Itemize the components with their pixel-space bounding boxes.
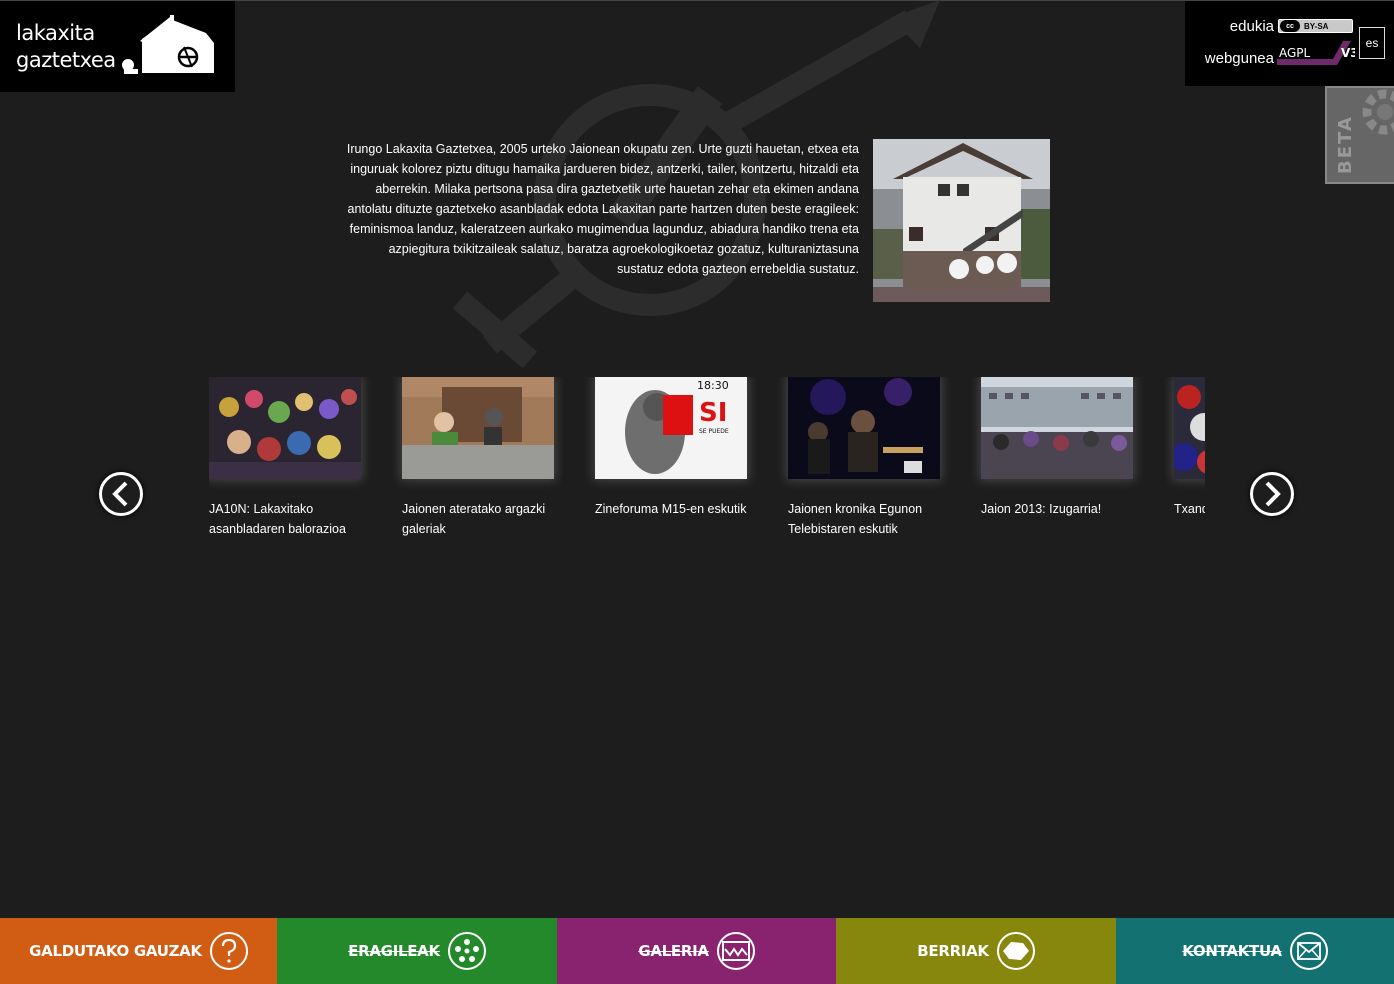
chevron-left-icon	[112, 481, 128, 507]
content-license-label: edukia	[1229, 18, 1274, 35]
intro-text: Irungo Lakaxita Gaztetxea, 2005 urteko J…	[346, 142, 859, 276]
agpl-version: V3	[1341, 46, 1355, 60]
carousel-thumb-crowd[interactable]	[209, 377, 361, 479]
nav-gallery[interactable]: GALERIA	[557, 918, 836, 984]
gallery-icon	[716, 932, 755, 970]
logo-text: lakaxita gaztetxea	[16, 20, 116, 74]
language-switch-button[interactable]: es	[1359, 27, 1385, 59]
chevron-right-icon	[1265, 481, 1281, 507]
dots-icon	[447, 932, 486, 970]
mail-icon	[1289, 932, 1328, 970]
carousel-caption[interactable]: Jaion 2013: Izugarria!	[981, 499, 1133, 519]
carousel-thumb-poster[interactable]: 18:30 SI SE PUEDE	[595, 377, 747, 479]
carousel-item[interactable]: Txandak dira, eta da Jaio	[1174, 377, 1205, 519]
cc-by-sa-badge[interactable]: cc BY-SA	[1278, 19, 1353, 33]
agpl-text: AGPL	[1279, 46, 1311, 60]
carousel-item[interactable]: 18:30 SI SE PUEDE Zineforuma M15-en esku…	[595, 377, 747, 519]
carousel-item[interactable]: JA10N: Lakaxitako asanbladaren balorazio…	[209, 377, 361, 539]
beta-tab[interactable]: BETA	[1325, 86, 1394, 184]
poster-si: SI	[699, 398, 727, 428]
carousel-thumb-balcony[interactable]	[402, 377, 554, 479]
beta-label: BETA	[1335, 115, 1356, 174]
nav-contact-label: KONTAKTUA	[1182, 942, 1282, 960]
carousel-track: JA10N: Lakaxitako asanbladaren balorazio…	[209, 377, 1205, 557]
carousel-caption[interactable]: JA10N: Lakaxitako asanbladaren balorazio…	[209, 499, 361, 539]
nav-gallery-label: GALERIA	[638, 942, 709, 960]
carousel-thumb-street[interactable]	[981, 377, 1133, 479]
nav-news-label: BERRIAK	[917, 942, 989, 960]
carousel-thumb-concert[interactable]	[788, 377, 940, 479]
nav-contact[interactable]: KONTAKTUA	[1116, 918, 1394, 984]
gaztetxe-house-photo	[873, 139, 1050, 302]
carousel-item[interactable]: Jaion 2013: Izugarria!	[981, 377, 1133, 519]
license-box: edukia cc BY-SA webgunea AGPL V3 es	[1185, 1, 1394, 86]
poster-time: 18:30	[697, 379, 729, 392]
carousel-caption[interactable]: Txandak dira, eta da Jaio	[1174, 499, 1205, 519]
carousel-caption[interactable]: Jaionen ateratako argazki galeriak	[402, 499, 554, 539]
logo-line-2: gaztetxea	[16, 47, 116, 72]
carousel-caption[interactable]: Zineforuma M15-en eskutik	[595, 499, 747, 519]
house-icon	[122, 15, 214, 74]
question-icon	[209, 932, 248, 970]
carousel-item[interactable]: Jaionen ateratako argazki galeriak	[402, 377, 554, 539]
web-license-label: webgunea	[1204, 50, 1274, 67]
carousel-item[interactable]: Jaionen kronika Egunon Telebistaren esku…	[788, 377, 940, 539]
footer-nav: GALDUTAKO GAUZAK ERAGILEAK GALERIA BERRI…	[0, 918, 1394, 984]
carousel-next-button[interactable]	[1250, 472, 1294, 516]
carousel-caption[interactable]: Jaionen kronika Egunon Telebistaren esku…	[788, 499, 940, 539]
poster-subtitle: SE PUEDE	[699, 428, 729, 435]
agpl-v3-badge[interactable]: AGPL V3	[1277, 37, 1355, 67]
cc-badge-text: BY-SA	[1304, 21, 1329, 31]
site-logo[interactable]: lakaxita gaztetxea	[0, 1, 235, 92]
nav-news[interactable]: BERRIAK	[836, 918, 1116, 984]
nav-lost-items[interactable]: GALDUTAKO GAUZAK	[0, 918, 277, 984]
nav-collectives-label: ERAGILEAK	[348, 942, 440, 960]
carousel-thumb-colorful[interactable]	[1174, 377, 1205, 479]
carousel-prev-button[interactable]	[99, 472, 143, 516]
nav-lost-items-label: GALDUTAKO GAUZAK	[29, 942, 202, 960]
news-icon	[996, 932, 1035, 970]
cc-icon: cc	[1280, 20, 1300, 32]
logo-line-1: lakaxita	[16, 20, 95, 45]
nav-collectives[interactable]: ERAGILEAK	[277, 918, 557, 984]
